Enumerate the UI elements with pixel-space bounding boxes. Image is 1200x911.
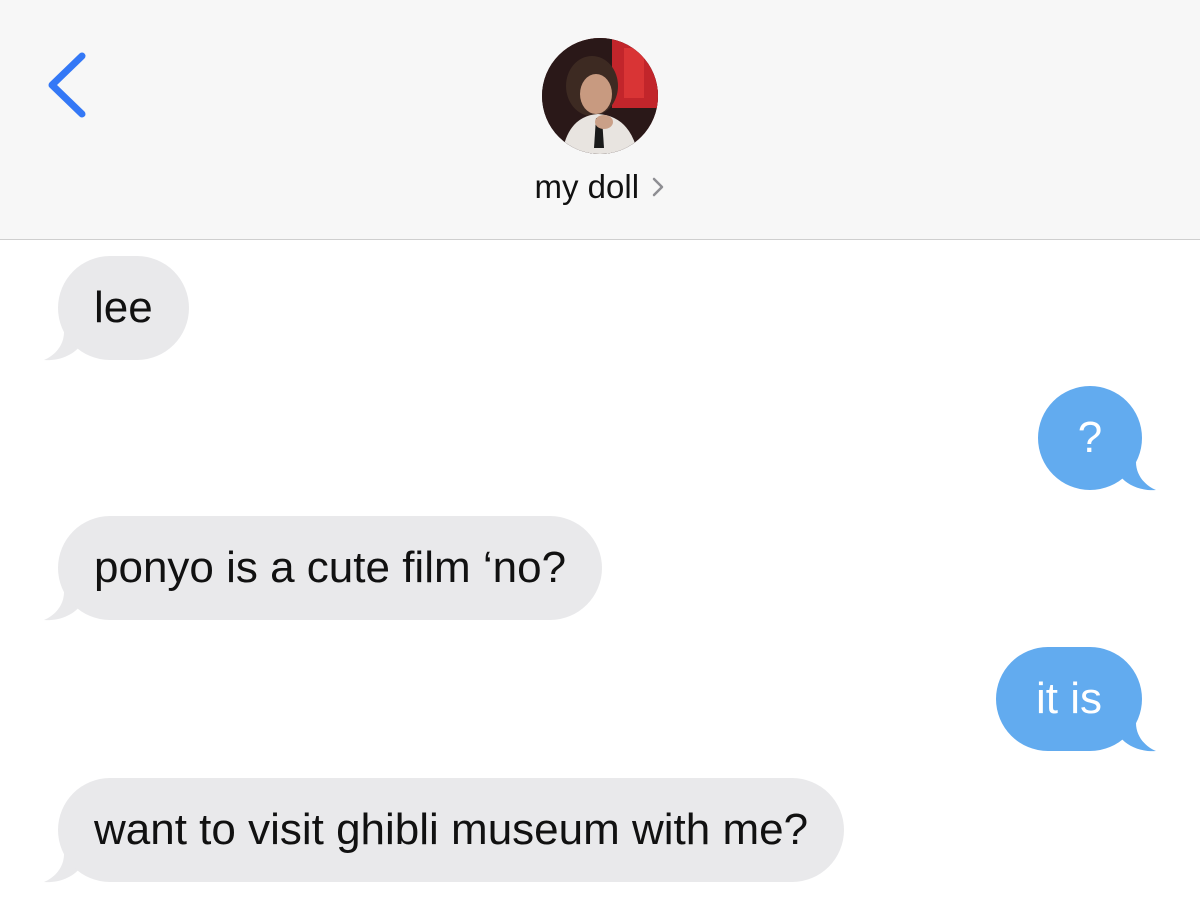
message-text: it is	[1036, 674, 1102, 723]
message-bubble-incoming[interactable]: ponyo is a cute film ‘no?	[58, 516, 603, 620]
conversation-header: my doll	[0, 0, 1200, 240]
avatar[interactable]	[542, 38, 658, 154]
message-bubble-outgoing[interactable]: it is	[996, 647, 1142, 751]
back-button[interactable]	[40, 50, 100, 120]
message-text: ponyo is a cute film ‘no?	[94, 543, 567, 592]
message-text: want to visit ghibli museum with me?	[94, 805, 809, 854]
message-bubble-outgoing[interactable]: ?	[1038, 386, 1142, 490]
message-text: lee	[94, 283, 153, 332]
message-bubble-incoming[interactable]: want to visit ghibli museum with me?	[58, 778, 845, 882]
chevron-right-icon	[653, 177, 664, 197]
contact-name-button[interactable]: my doll	[0, 168, 1200, 206]
avatar-photo	[542, 38, 658, 154]
contact-name: my doll	[534, 168, 640, 205]
message-bubble-incoming[interactable]: lee	[58, 256, 189, 360]
chevron-left-icon	[48, 52, 86, 118]
message-text: ?	[1077, 413, 1103, 462]
